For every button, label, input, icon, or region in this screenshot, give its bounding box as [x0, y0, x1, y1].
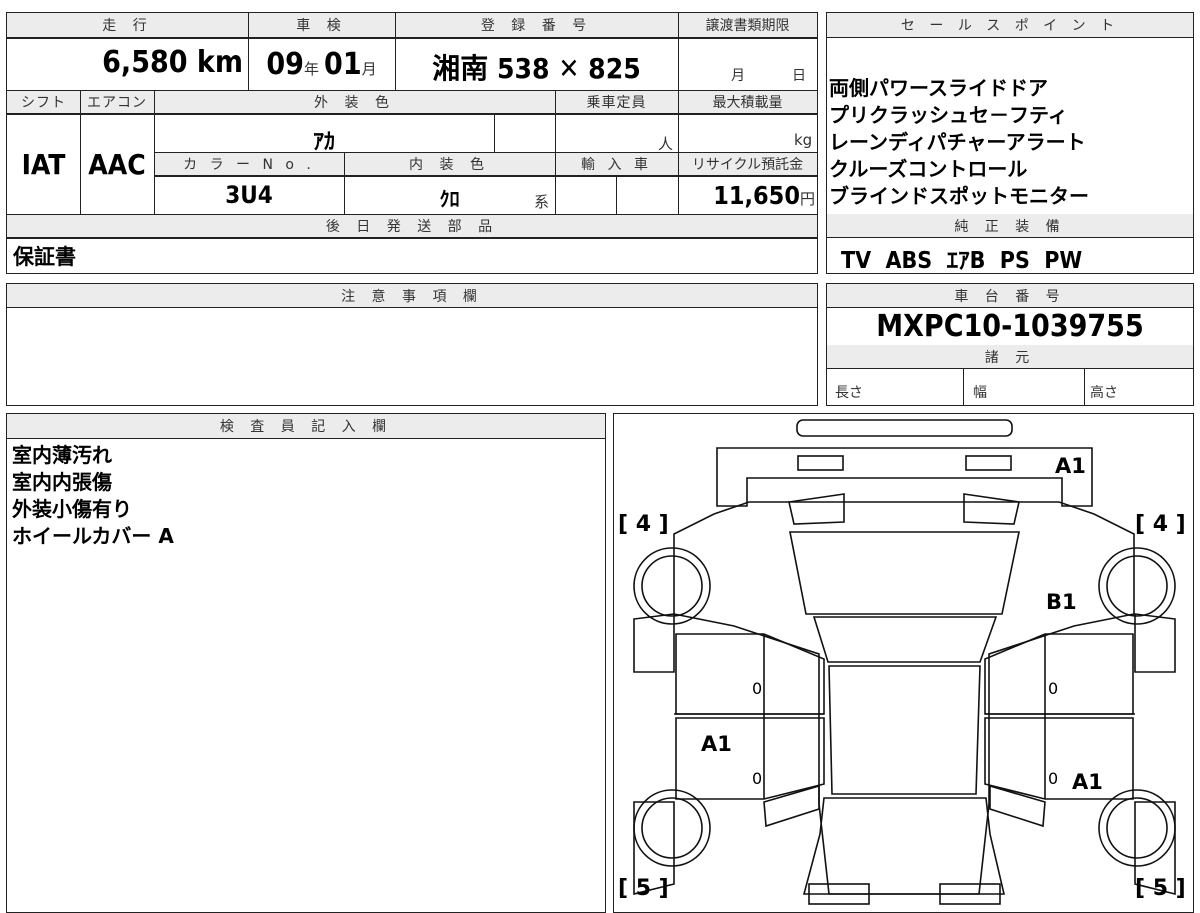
left-rear-quarter [633, 613, 675, 673]
notes-panel: 注 意 事 項 欄 [6, 283, 818, 406]
rear-window-left [788, 493, 845, 525]
right-front-door [984, 717, 1134, 800]
color-no-value: 3U4 [225, 181, 273, 209]
wheel-rear-right [1098, 547, 1176, 625]
body-outline [673, 501, 1135, 895]
recycle-value: 11,650 [713, 181, 800, 210]
mileage-label: 走 行 [7, 13, 248, 38]
shift-label: シフト [7, 90, 80, 114]
year-unit: 年 [303, 60, 319, 78]
back-glass [789, 531, 1020, 615]
tire-front-right-tread: [ 4 ] [1135, 512, 1186, 537]
damage-mark-left-side: A1 [701, 732, 732, 756]
sales-point-item: 両側パワースライドドア [829, 76, 1048, 100]
recycle-value-wrap: 11,650円 [678, 181, 815, 210]
standard-equipment-value: TV ABS ｴｱB PS PW [841, 248, 1083, 274]
rear-panel [716, 447, 1093, 507]
later-parts-label: 後 日 発 送 部 品 [7, 214, 817, 238]
exterior-color-label: 外 装 色 [154, 90, 555, 114]
damage-mark-right-rear-door: B1 [1046, 590, 1077, 614]
rear-window-right [963, 493, 1020, 525]
sales-point-item: レーンディパチャーアラート [829, 130, 1086, 154]
mileage-value: 6,580 km [102, 45, 243, 80]
windshield [828, 665, 981, 795]
standard-equipment-label: 純 正 装 備 [827, 214, 1193, 238]
zero-left-upper: 0 [752, 679, 763, 698]
inspector-line: ホイールカバー A [12, 524, 174, 548]
max-load-label: 最大積載量 [678, 90, 817, 114]
capacity-unit: 人 [658, 135, 674, 153]
car-diagram-panel: [ 4 ] [ 4 ] [ 5 ] [ 5 ] A1 B1 A1 A1 0 0 … [613, 413, 1194, 913]
ac-label: エアコン [80, 90, 154, 114]
sales-points-label: セ ー ル ス ポ イ ン ト [827, 13, 1193, 38]
sales-points-panel: セ ー ル ス ポ イ ン ト 両側パワースライドドア プリクラッシュセ－フティ… [826, 12, 1194, 274]
rear-lamp-right [965, 455, 1012, 471]
damage-mark-right-side: A1 [1072, 770, 1103, 794]
rear-lamp-left [797, 455, 844, 471]
inspection-year: 09 [266, 47, 304, 82]
right-rear-quarter [1134, 613, 1176, 673]
sales-point-item: ブラインドスポットモニター [829, 184, 1089, 208]
interior-color-suffix: 系 [534, 193, 550, 211]
inspector-panel: 検 査 員 記 入 欄 室内薄汚れ 室内内張傷 外装小傷有り ホイールカバー A [6, 413, 606, 913]
transfer-day-unit: 日 [792, 68, 806, 84]
interior-color-value: ｸﾛ [439, 187, 460, 211]
chassis-panel: 車 台 番 号 MXPC10-1039755 諸 元 長さ 幅 高さ [826, 283, 1194, 406]
inspection-label: 車 検 [248, 13, 395, 38]
zero-right-upper: 0 [1048, 679, 1059, 698]
zero-left-lower: 0 [752, 769, 763, 788]
spec-length-label: 長さ [835, 385, 863, 401]
left-rear-door [675, 633, 825, 715]
color-no-label: カ ラ ー N o . [154, 152, 344, 176]
inspection-value: 09年 01月 [248, 47, 395, 82]
capacity-label: 乗車定員 [555, 90, 678, 114]
vehicle-info-panel: 走 行 車 検 登 録 番 号 譲渡書類期限 6,580 km 09年 01月 … [6, 12, 818, 274]
month-unit: 月 [361, 60, 377, 78]
import-label: 輸 入 車 [555, 152, 678, 176]
spec-height-label: 高さ [1090, 385, 1118, 401]
sales-point-item: クルーズコントロール [829, 157, 1028, 181]
inspector-label: 検 査 員 記 入 欄 [7, 414, 605, 439]
inspection-month: 01 [324, 47, 362, 82]
wheel-rear-left [633, 547, 711, 625]
inspector-line: 室内薄汚れ [12, 443, 112, 467]
zero-right-lower: 0 [1048, 769, 1059, 788]
recycle-label: リサイクル預託金 [678, 152, 817, 176]
damage-mark-rear-right: A1 [1055, 454, 1086, 478]
chassis-label: 車 台 番 号 [827, 284, 1193, 308]
sales-points-list: 両側パワースライドドア プリクラッシュセ－フティ レーンディパチャーアラート ク… [829, 75, 1089, 210]
max-load-unit: kg [794, 131, 813, 149]
registration-value: 湘南 538 ✕ 825 [432, 52, 641, 85]
registration-label: 登 録 番 号 [395, 13, 678, 38]
specs-label: 諸 元 [827, 345, 1193, 369]
inspector-line: 室内内張傷 [12, 470, 112, 494]
inspector-notes: 室内薄汚れ 室内内張傷 外装小傷有り ホイールカバー A [12, 442, 174, 550]
transfer-deadline-label: 譲渡書類期限 [678, 13, 817, 38]
recycle-unit: 円 [799, 190, 815, 208]
later-parts-value: 保証書 [13, 245, 76, 269]
rear-bumper [796, 419, 1013, 437]
ac-value: AAC [88, 148, 146, 181]
sales-point-item: プリクラッシュセ－フティ [829, 103, 1068, 127]
interior-color-label: 内 装 色 [344, 152, 555, 176]
spec-width-label: 幅 [973, 385, 987, 401]
right-rear-door [984, 633, 1134, 715]
shift-value: IAT [21, 148, 66, 181]
notes-label: 注 意 事 項 欄 [7, 284, 817, 308]
chassis-number: MXPC10-1039755 [876, 309, 1144, 344]
car-diagram [633, 419, 1176, 905]
tire-rear-left-tread: [ 5 ] [618, 876, 669, 901]
tire-rear-right-tread: [ 5 ] [1135, 876, 1186, 901]
left-front-door [675, 717, 825, 800]
hood [802, 797, 1006, 895]
inspector-line: 外装小傷有り [12, 497, 132, 521]
tire-front-left-tread: [ 4 ] [618, 512, 669, 537]
transfer-month-unit: 月 [731, 68, 745, 84]
roof [812, 616, 998, 663]
